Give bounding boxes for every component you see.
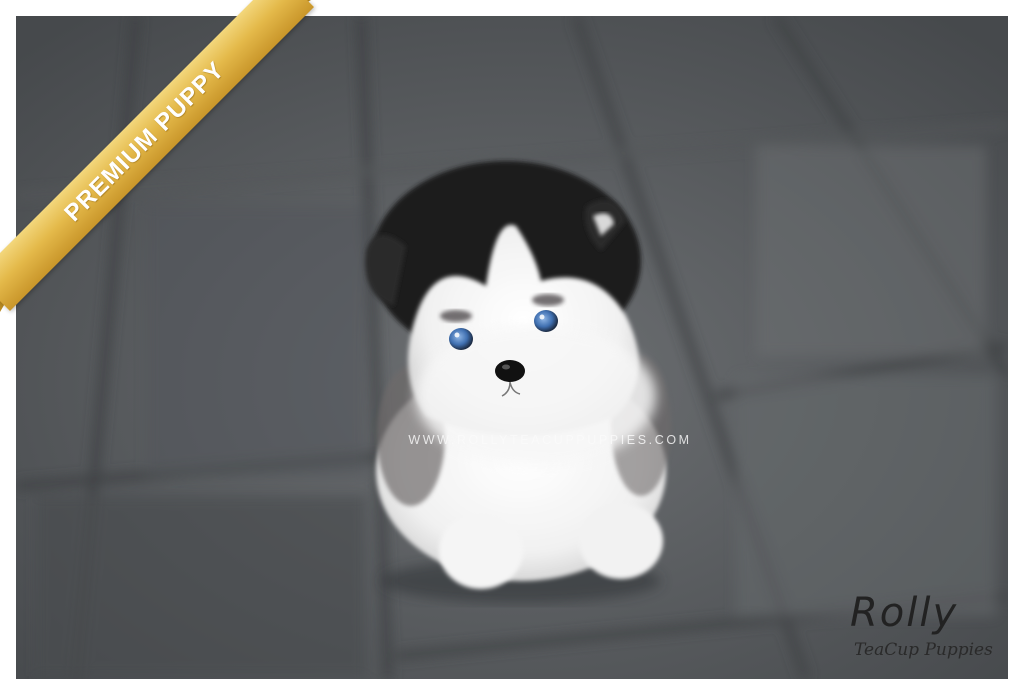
puppy-photo (16, 16, 1008, 679)
ribbon-fold (287, 0, 311, 14)
photo-scene (16, 16, 1008, 679)
watermark-text: WWW.ROLLYTEACUPPUPPIES.COM (408, 433, 692, 447)
rolly-logo: Rolly TeaCup Puppies (846, 590, 1006, 670)
logo-name: Rolly (850, 590, 959, 636)
ribbon-fold (0, 288, 14, 312)
logo-tagline: TeaCup Puppies (854, 640, 993, 660)
